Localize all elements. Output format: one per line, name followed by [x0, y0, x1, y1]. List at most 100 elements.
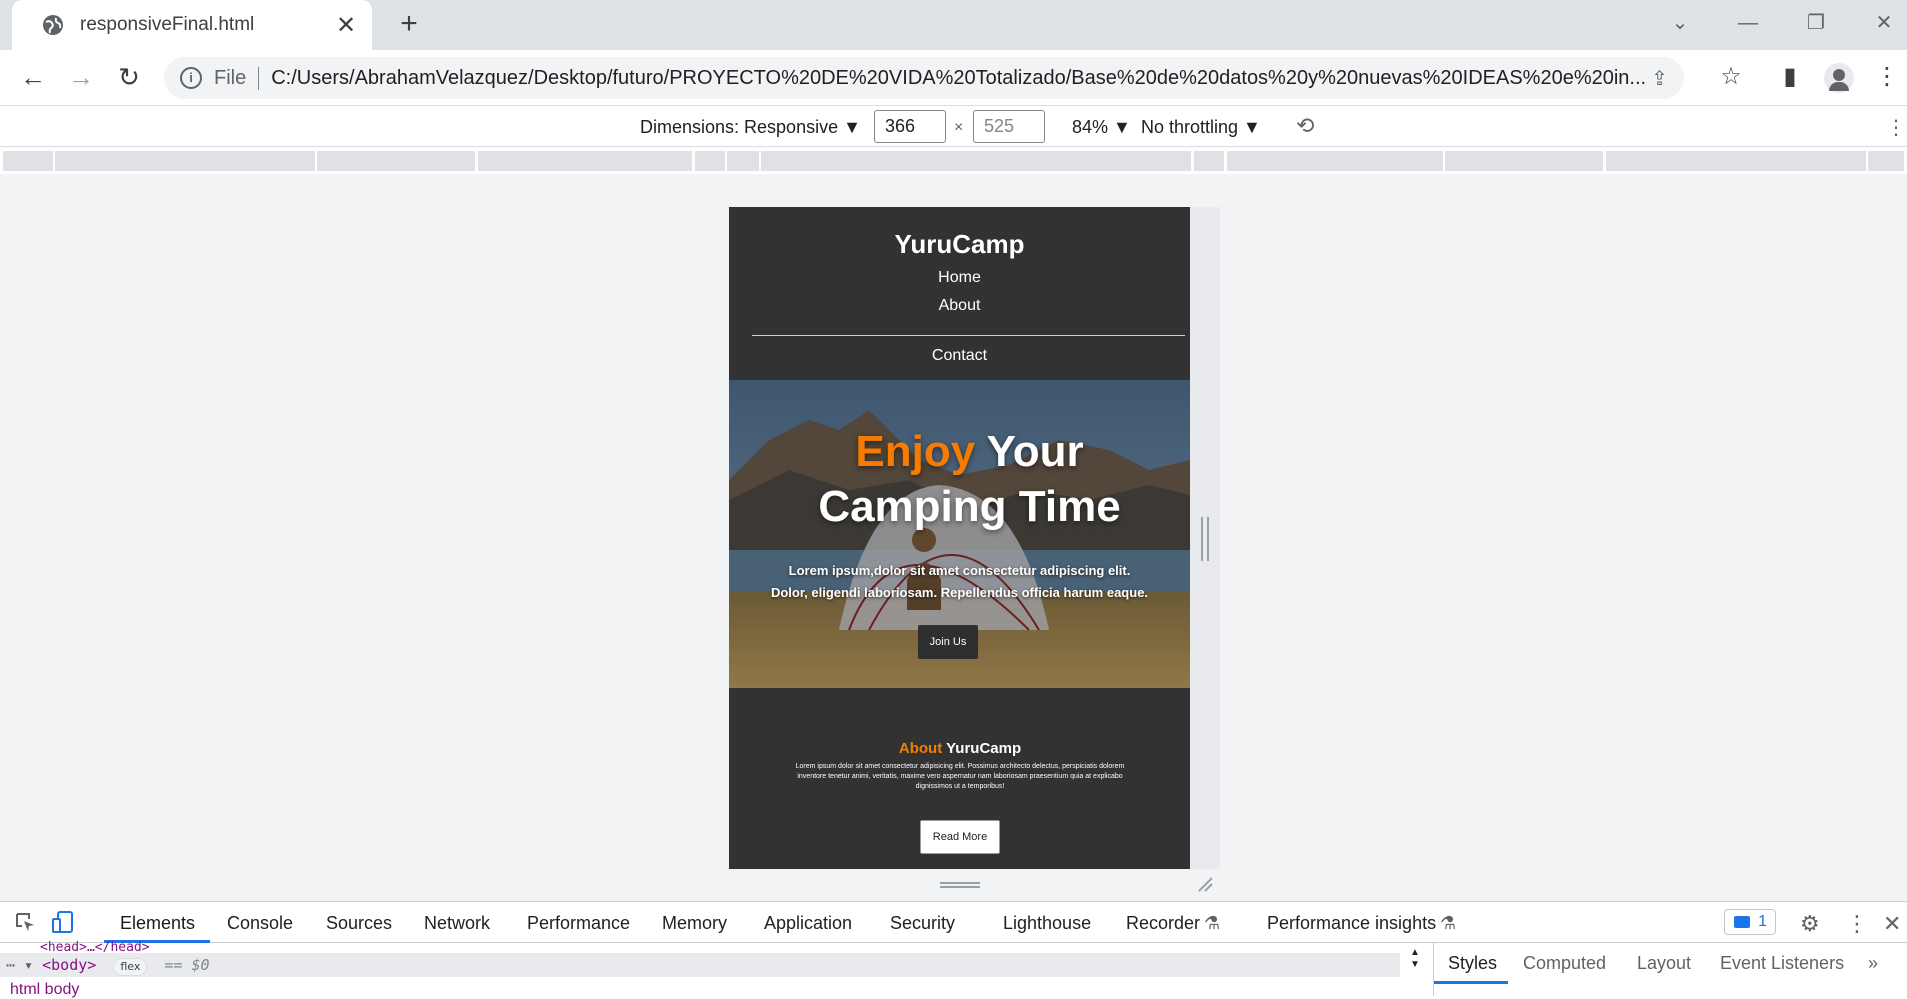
site-logo[interactable]: YuruCamp: [729, 229, 1190, 260]
window-close-icon[interactable]: ✕: [1864, 8, 1904, 38]
tab-application[interactable]: Application: [764, 913, 852, 934]
browser-tab[interactable]: responsiveFinal.html ✕: [12, 0, 372, 50]
hero-title-line2: Camping Time: [818, 482, 1121, 531]
dom-selection-ref: == $0: [164, 956, 210, 974]
sidebar-tabs: Styles Computed Layout Event Listeners »: [1434, 943, 1907, 981]
tab-sources[interactable]: Sources: [326, 913, 392, 934]
tab-event-listeners[interactable]: Event Listeners: [1720, 953, 1844, 974]
hero-description-line2: Dolor, eligendi laboriosam. Repellendus …: [770, 585, 1149, 600]
active-side-tab-indicator: [1434, 981, 1508, 984]
resize-corner-icon[interactable]: [1197, 876, 1213, 892]
tab-recorder[interactable]: Recorder: [1126, 913, 1200, 934]
throttling-select[interactable]: No throttling ▼: [1141, 117, 1261, 138]
width-input[interactable]: 366: [874, 110, 946, 143]
settings-gear-icon[interactable]: ⚙: [1800, 911, 1820, 937]
devtools-body: <head>…</head> ⋯ ▾ <body> flex == $0 ▲ ▼ …: [0, 940, 1907, 999]
tab-styles[interactable]: Styles: [1448, 953, 1497, 974]
tab-strip: responsiveFinal.html ✕ + ⌄ — ❐ ✕: [0, 0, 1907, 50]
media-query-bar: [0, 148, 1907, 174]
media-query-segment[interactable]: [478, 151, 692, 171]
restore-icon[interactable]: ❐: [1796, 8, 1836, 38]
tab-performance-insights[interactable]: Performance insights: [1267, 913, 1436, 934]
tab-network[interactable]: Network: [424, 913, 490, 934]
tab-memory[interactable]: Memory: [662, 913, 727, 934]
tab-performance[interactable]: Performance: [527, 913, 630, 934]
devtools-tabbar: Elements Console Sources Network Perform…: [0, 901, 1907, 943]
media-query-segment[interactable]: [1606, 151, 1866, 171]
height-input[interactable]: 525: [973, 110, 1045, 143]
address-bar[interactable]: i File C:/Users/AbrahamVelazquez/Desktop…: [164, 57, 1684, 99]
url-text[interactable]: C:/Users/AbrahamVelazquez/Desktop/futuro…: [271, 67, 1666, 90]
about-description: Lorem ipsum dolor sit amet consectetur a…: [795, 763, 1125, 790]
bookmark-star-icon[interactable]: ☆: [1716, 63, 1746, 93]
profile-avatar[interactable]: [1824, 63, 1854, 93]
emulated-page: YuruCamp Home About Contact Enjoy Your C…: [729, 207, 1190, 869]
side-panel-icon[interactable]: ▮: [1775, 63, 1805, 93]
dom-body-tag[interactable]: <body>: [42, 956, 96, 974]
resize-handle-horizontal[interactable]: [940, 882, 980, 888]
about-title: About YuruCamp: [729, 740, 1190, 757]
about-title-brand: YuruCamp: [946, 740, 1022, 757]
browser-menu-icon[interactable]: ⋮: [1872, 63, 1902, 93]
read-more-button[interactable]: Read More: [920, 820, 1000, 854]
share-icon[interactable]: ⇪: [1651, 66, 1668, 91]
about-title-accent: About: [898, 740, 943, 757]
dom-selected-node[interactable]: ⋯ ▾ <body> flex == $0: [0, 953, 1400, 977]
rotate-icon[interactable]: ⟲: [1296, 113, 1314, 139]
media-query-segment[interactable]: [317, 151, 475, 171]
device-toolbar-icon[interactable]: [52, 910, 74, 934]
tab-security[interactable]: Security: [890, 913, 955, 934]
url-protocol: File: [214, 66, 260, 90]
more-tabs-icon[interactable]: »: [1868, 953, 1878, 974]
tab-elements[interactable]: Elements: [120, 913, 195, 934]
tab-console[interactable]: Console: [227, 913, 293, 934]
media-query-segment[interactable]: [695, 151, 725, 171]
issues-badge[interactable]: 1: [1724, 909, 1776, 935]
device-canvas: YuruCamp Home About Contact Enjoy Your C…: [0, 174, 1907, 901]
reload-icon[interactable]: ↻: [114, 63, 144, 93]
tab-title: responsiveFinal.html: [80, 14, 255, 35]
media-query-segment[interactable]: [727, 151, 759, 171]
hero-title: Enjoy Your Camping Time: [729, 424, 1190, 534]
minimize-icon[interactable]: —: [1728, 8, 1768, 38]
dom-expand-icon[interactable]: ⋯ ▾: [6, 956, 33, 974]
media-query-segment[interactable]: [1445, 151, 1603, 171]
nav-home-link[interactable]: Home: [729, 269, 1190, 287]
insights-flask-icon: ⚗: [1440, 913, 1457, 933]
forward-icon[interactable]: →: [66, 63, 96, 93]
tab-lighthouse[interactable]: Lighthouse: [1003, 913, 1091, 934]
hero-title-accent: Enjoy: [855, 427, 976, 476]
back-icon[interactable]: ←: [18, 63, 48, 93]
browser-toolbar: ← → ↻ i File C:/Users/AbrahamVelazquez/D…: [0, 50, 1907, 106]
times-icon: ×: [954, 119, 964, 136]
about-section: About YuruCamp Lorem ipsum dolor sit ame…: [729, 688, 1190, 869]
tab-computed[interactable]: Computed: [1523, 953, 1606, 974]
hero-section: Enjoy Your Camping Time Lorem ipsum,dolo…: [729, 380, 1190, 688]
flex-badge[interactable]: flex: [113, 958, 148, 976]
media-query-segment[interactable]: [1227, 151, 1443, 171]
inspect-element-icon[interactable]: [14, 911, 36, 933]
resize-handle-vertical[interactable]: [1201, 517, 1209, 561]
media-query-segment[interactable]: [761, 151, 1191, 171]
site-info-icon[interactable]: i: [180, 67, 202, 89]
nav-about-link[interactable]: About: [729, 297, 1190, 315]
media-query-segment[interactable]: [1194, 151, 1224, 171]
join-us-button[interactable]: Join Us: [918, 625, 978, 659]
zoom-select[interactable]: 84% ▼: [1072, 117, 1131, 138]
tab-search-icon[interactable]: ⌄: [1660, 8, 1700, 38]
nav-divider: [752, 335, 1185, 336]
devtools-close-icon[interactable]: ✕: [1883, 911, 1901, 937]
new-tab-icon[interactable]: +: [392, 8, 426, 42]
device-menu-icon[interactable]: ⋮: [1886, 115, 1906, 140]
dom-breadcrumbs[interactable]: html body: [10, 981, 79, 999]
dom-scroll-arrows[interactable]: ▲ ▼: [1410, 947, 1420, 971]
nav-contact-link[interactable]: Contact: [729, 347, 1190, 365]
devtools-menu-icon[interactable]: ⋮: [1846, 911, 1868, 937]
tab-close-icon[interactable]: ✕: [334, 11, 358, 40]
media-query-segment[interactable]: [55, 151, 315, 171]
site-header: YuruCamp Home About Contact: [729, 207, 1190, 379]
media-query-segment[interactable]: [1868, 151, 1904, 171]
dimensions-select[interactable]: Dimensions: Responsive ▼: [640, 117, 861, 138]
media-query-segment[interactable]: [3, 151, 53, 171]
tab-layout[interactable]: Layout: [1637, 953, 1691, 974]
